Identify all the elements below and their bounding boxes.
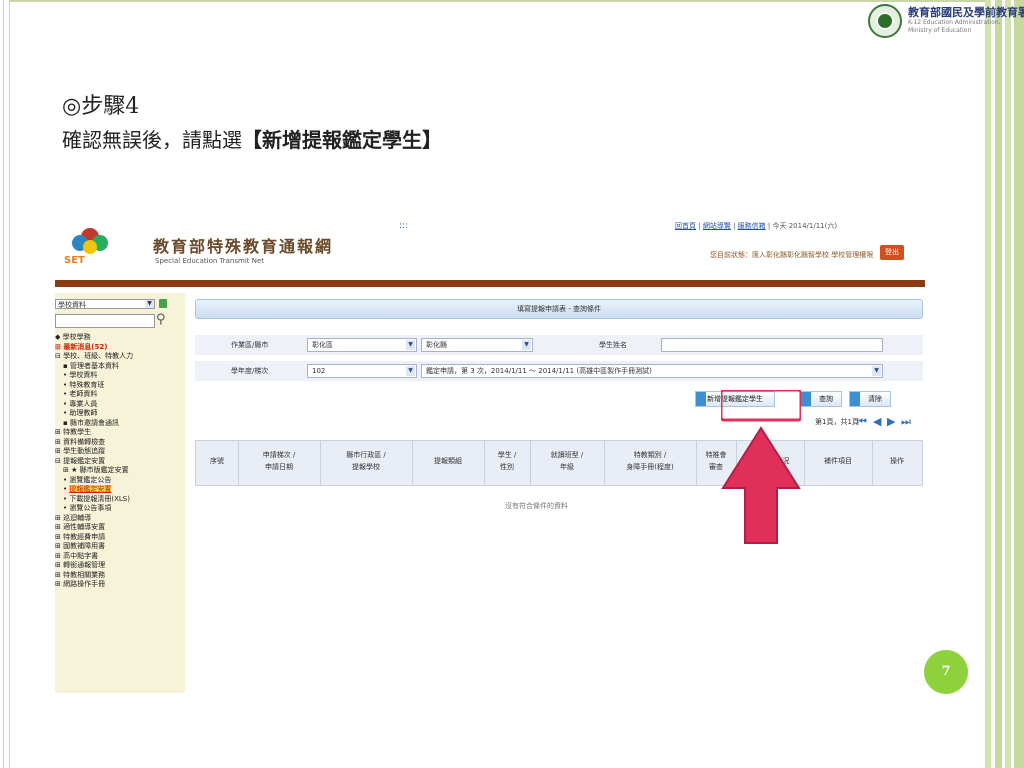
student-name-input[interactable] <box>661 338 883 352</box>
last-page-icon[interactable]: ⏭ <box>901 415 911 429</box>
filter-row-area: 作業區/縣市 彰化區 ▼ 彰化縣 ▼ 學生姓名 <box>195 335 923 355</box>
col-header: 學生 / 性別 <box>497 451 517 471</box>
query-panel-title: 填寫提報申請表 - 查詢條件 <box>195 299 923 319</box>
slide-left-border <box>0 0 10 768</box>
page-info: 第1頁，共1頁 <box>815 418 859 426</box>
chevron-down-icon: ▼ <box>406 366 415 376</box>
moe-seal-logo <box>868 4 902 38</box>
area-select[interactable]: 彰化區 ▼ <box>307 338 417 352</box>
query-icon <box>801 392 811 406</box>
batch-select[interactable]: 鑑定申請，第 3 次，2014/1/11 ～ 2014/1/11 (高雄中區製作… <box>421 364 883 378</box>
sidebar: 學校資料 ▼ ⚲ ◆ 學校學務 ⊞ 最新消息(52) ⊟ 學校、班級、特教人力 ▪… <box>55 293 185 693</box>
step-title: ◎步驟4 <box>62 94 140 119</box>
pointer-arrow-icon <box>721 390 801 544</box>
county-select[interactable]: 彰化縣 ▼ <box>421 338 533 352</box>
chevron-down-icon: ▼ <box>406 340 415 350</box>
clear-button[interactable]: 清除 <box>849 391 891 407</box>
sidebar-category-select[interactable]: 學校資料 ▼ <box>55 299 155 309</box>
next-page-icon[interactable]: ▶ <box>887 415 895 428</box>
top-links: 回首頁 | 網站導覽 | 服務信箱 | 今天 2014/1/11(六) <box>675 222 838 230</box>
results-table-header: 序號 申請梯次 / 申請日期 縣市行政區 / 提報學校 提報類組 學生 / 性別 就讀… <box>195 440 923 486</box>
login-status: 您目前狀態：匯入彰化縣彰化縣智學校 學校管理權限 <box>710 251 874 259</box>
sidebar-item-active[interactable]: • 提報鑑定安置 <box>55 485 185 495</box>
query-button[interactable]: 查詢 <box>800 391 842 407</box>
sidebar-item[interactable]: ⊟ 提報鑑定安置 <box>55 457 185 467</box>
app-screenshot: SET 教育部特殊教育通報網 Special Education Transmi… <box>55 205 925 695</box>
step-description: 確認無誤後，請點選【新增提報鑑定學生】 <box>62 128 442 152</box>
col-header: 操作 <box>890 457 904 465</box>
home-link[interactable]: 回首頁 <box>675 222 696 230</box>
chevron-down-icon: ▼ <box>872 366 881 376</box>
sidebar-item[interactable]: ⊞ 適性輔導安置 <box>55 523 185 533</box>
logout-button[interactable]: 登出 <box>880 245 904 260</box>
sidebar-item[interactable]: • 老師資料 <box>55 390 185 400</box>
filter-row-year: 學年度/梯次 102 ▼ 鑑定申請，第 3 次，2014/1/11 ～ 2014/… <box>195 361 923 381</box>
sidebar-item[interactable]: • 瀏覽公告事項 <box>55 504 185 514</box>
step-highlight: 【新增提報鑑定學生】 <box>242 128 442 152</box>
system-subtitle: Special Education Transmit Net <box>155 257 265 265</box>
col-header: 申請梯次 / 申請日期 <box>262 451 296 471</box>
go-icon[interactable] <box>159 299 167 308</box>
sidebar-item[interactable]: ⊞ 特教學生 <box>55 428 185 438</box>
sidebar-item[interactable]: ⊞ 特教經費申請 <box>55 533 185 543</box>
sidebar-item[interactable]: ⊞ 特教相關業務 <box>55 571 185 581</box>
sidebar-item[interactable]: • 助理教師 <box>55 409 185 419</box>
today-date: 今天 2014/1/11(六) <box>772 222 838 230</box>
student-name-label: 學生姓名 <box>599 341 627 349</box>
sidebar-item[interactable]: • 瀏覽鑑定公告 <box>55 476 185 486</box>
menu-dots-icon[interactable]: ::: <box>399 221 408 231</box>
header-divider <box>55 280 925 287</box>
col-header: 序號 <box>210 457 224 465</box>
area-label: 作業區/縣市 <box>231 341 269 349</box>
sidebar-item[interactable]: • 特殊教育班 <box>55 381 185 391</box>
moe-subtitle: K-12 Education Administration, Ministry … <box>908 19 1001 34</box>
chevron-down-icon: ▼ <box>522 340 531 350</box>
sidebar-item[interactable]: ⊞ 國教補障用書 <box>55 542 185 552</box>
set-logo-icon: SET <box>64 228 108 265</box>
page-number-badge: 7 <box>924 650 968 694</box>
col-header: 特教類別 / 身障手冊(程度) <box>626 451 674 471</box>
slide-right-border <box>985 0 1024 768</box>
col-header: 縣市行政區 / 提報學校 <box>346 451 386 471</box>
sidebar-tree: ◆ 學校學務 ⊞ 最新消息(52) ⊟ 學校、班級、特教人力 ▪ 管理者基本資料… <box>55 333 185 590</box>
col-header: 就讀班型 / 年級 <box>550 451 584 471</box>
sidebar-item[interactable]: ⊞ 網路操作手冊 <box>55 580 185 590</box>
year-select[interactable]: 102 ▼ <box>307 364 417 378</box>
sidebar-item[interactable]: ⊞ 高中點字書 <box>55 552 185 562</box>
chevron-down-icon: ▼ <box>145 300 154 308</box>
sidebar-item[interactable]: • 下載提報清冊(XLS) <box>55 495 185 505</box>
sidebar-item[interactable]: ⊞ ★ 縣市版鑑定安置 <box>55 466 185 476</box>
slide-top-border <box>0 0 985 2</box>
sidebar-item[interactable]: ⊞ 最新消息(52) <box>55 343 185 353</box>
svg-text:SET: SET <box>64 255 85 265</box>
sidebar-item[interactable]: ⊞ 巡迴輔導 <box>55 514 185 524</box>
col-header: 補件項目 <box>824 457 852 465</box>
moe-title: 教育部國民及學前教育署 <box>908 6 1024 19</box>
sidebar-item[interactable]: ⊞ 轉銜通報管理 <box>55 561 185 571</box>
year-label: 學年度/梯次 <box>231 367 269 375</box>
sidebar-search-input[interactable] <box>55 314 155 328</box>
col-header: 提報類組 <box>434 457 462 465</box>
sidebar-item[interactable]: ▪ 縣市邀請會通訊 <box>55 419 185 429</box>
add-icon <box>696 392 706 406</box>
first-page-icon[interactable]: ⏮ <box>857 415 867 429</box>
sitemap-link[interactable]: 網站導覽 <box>703 222 731 230</box>
clear-icon <box>850 392 860 406</box>
sidebar-item[interactable]: ◆ 學校學務 <box>55 333 185 343</box>
sidebar-item[interactable]: • 學校資料 <box>55 371 185 381</box>
sidebar-item[interactable]: ⊟ 學校、班級、特教人力 <box>55 352 185 362</box>
system-title: 教育部特殊教育通報網 <box>153 237 334 256</box>
no-data-message: 沒有符合條件的資料 <box>505 502 568 510</box>
sidebar-item[interactable]: ⊞ 學生動態追蹤 <box>55 447 185 457</box>
prev-page-icon[interactable]: ◀ <box>873 415 881 428</box>
sidebar-item[interactable]: ▪ 管理者基本資料 <box>55 362 185 372</box>
mailbox-link[interactable]: 服務信箱 <box>738 222 766 230</box>
search-icon[interactable]: ⚲ <box>156 312 166 327</box>
sidebar-item[interactable]: • 專業人員 <box>55 400 185 410</box>
sidebar-item[interactable]: ⊞ 資料備轉檢查 <box>55 438 185 448</box>
